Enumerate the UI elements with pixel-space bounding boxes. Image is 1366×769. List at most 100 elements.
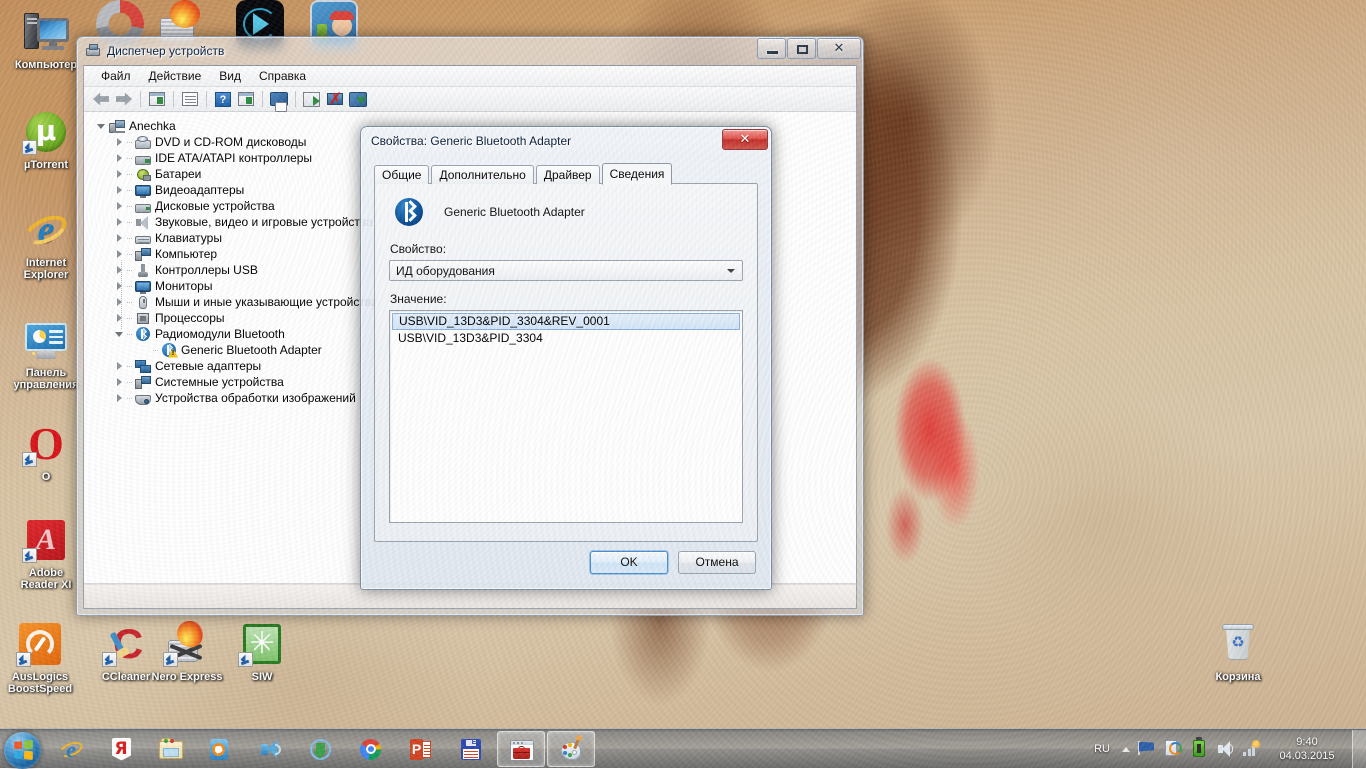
tree-connector	[127, 169, 134, 180]
tree-connector	[127, 137, 134, 148]
tree-leaf-spacer	[140, 345, 151, 356]
battery-icon	[135, 167, 151, 182]
expand-toggle-icon[interactable]	[114, 137, 125, 148]
expand-toggle-icon[interactable]	[114, 313, 125, 324]
tab-general[interactable]: Общие	[374, 165, 429, 184]
desktop-icon-auslogics-boostspeed[interactable]: AusLogicsBoostSpeed	[2, 620, 78, 695]
desktop-icon-recycle-bin[interactable]: ♻ Корзина	[1200, 620, 1276, 683]
show-hide-console-tree-button[interactable]	[146, 89, 168, 110]
taskbar-yandex-browser[interactable]: Я	[97, 731, 145, 767]
close-button[interactable]: ✕	[817, 38, 861, 59]
disable-device-button[interactable]: ✗	[324, 89, 346, 110]
tree-connector	[127, 313, 134, 324]
cancel-button[interactable]: Отмена	[678, 551, 756, 574]
show-desktop-button[interactable]	[1352, 730, 1366, 768]
view-window-button[interactable]	[235, 89, 257, 110]
taskbar-floppy-save-app[interactable]: E	[447, 731, 495, 767]
taskbar[interactable]: e Я P E	[0, 728, 1366, 768]
expand-toggle-icon[interactable]	[114, 217, 125, 228]
volume-icon[interactable]	[1214, 737, 1236, 761]
desktop-background[interactable]: Компьютер µ µTorrent e InternetExplorer …	[0, 0, 1366, 768]
taskbar-volume-app[interactable]	[247, 731, 295, 767]
update-driver-button[interactable]	[301, 89, 323, 110]
taskbar-chrome[interactable]	[347, 731, 395, 767]
menu-item-file[interactable]: Файл	[92, 67, 140, 85]
back-button[interactable]	[90, 89, 112, 110]
taskbar-download-manager[interactable]	[297, 731, 345, 767]
battery-icon[interactable]	[1188, 737, 1210, 761]
control-panel-icon	[22, 316, 70, 364]
expand-toggle-icon[interactable]	[114, 361, 125, 372]
desktop-icon-internet-explorer[interactable]: e InternetExplorer	[8, 206, 84, 281]
desktop-icon-siw[interactable]: ✳ SIW	[224, 620, 300, 683]
value-list-item[interactable]: USB\VID_13D3&PID_3304	[392, 330, 740, 347]
property-dropdown[interactable]: ИД оборудования	[389, 260, 743, 281]
expand-toggle-icon[interactable]	[114, 265, 125, 276]
forward-button[interactable]	[113, 89, 135, 110]
chevron-up-icon[interactable]	[1118, 737, 1134, 761]
taskbar-powerpoint[interactable]: P	[397, 731, 445, 767]
clock[interactable]: 9:40 04.03.2015	[1264, 735, 1350, 763]
system-tray[interactable]: RU 9:40 04.03.2015	[1084, 729, 1366, 769]
menu-item-action[interactable]: Действие	[140, 67, 211, 85]
window-controls[interactable]: ✕	[756, 38, 861, 59]
expand-toggle-icon[interactable]	[114, 281, 125, 292]
minimize-button[interactable]	[757, 38, 786, 59]
desktop-icon-computer[interactable]: Компьютер	[8, 8, 84, 71]
window-title: Диспетчер устройств	[107, 44, 224, 58]
tree-connector	[127, 233, 134, 244]
menu-item-help[interactable]: Справка	[250, 67, 315, 85]
tab-strip[interactable]: Общие Дополнительно Драйвер Сведения	[374, 164, 674, 184]
taskbar-internet-explorer[interactable]: e	[47, 731, 95, 767]
flag-action-center-icon[interactable]	[1136, 737, 1158, 761]
toolbar[interactable]: ? ✗	[84, 87, 856, 112]
desktop-icon-opera[interactable]: O O	[8, 420, 84, 483]
scan-monitor-icon	[270, 92, 288, 106]
device-tree-item-label: Контроллеры USB	[155, 263, 258, 277]
expand-toggle-icon[interactable]	[114, 377, 125, 388]
tab-advanced[interactable]: Дополнительно	[431, 165, 533, 184]
desktop-icon-utorrent[interactable]: µ µTorrent	[8, 108, 84, 171]
share-network-icon[interactable]	[1162, 737, 1184, 761]
collapse-toggle-icon[interactable]	[96, 121, 107, 132]
desktop-icon-control-panel[interactable]: Панельуправления	[8, 316, 84, 391]
scan-hardware-changes-button[interactable]	[268, 89, 290, 110]
value-list[interactable]: USB\VID_13D3&PID_3304&REV_0001USB\VID_13…	[389, 310, 743, 523]
restore-button[interactable]	[787, 38, 816, 59]
dialog-titlebar[interactable]: Свойства: Generic Bluetooth Adapter ✕	[360, 126, 772, 156]
start-button[interactable]	[1, 730, 45, 768]
dialog-close-button[interactable]: ✕	[722, 129, 768, 150]
properties-dialog[interactable]: Свойства: Generic Bluetooth Adapter ✕ Об…	[360, 126, 772, 590]
menu-bar[interactable]: Файл Действие Вид Справка	[84, 66, 856, 87]
value-list-item[interactable]: USB\VID_13D3&PID_3304&REV_0001	[392, 313, 740, 330]
window-titlebar[interactable]: Диспетчер устройств ✕	[76, 36, 864, 65]
desktop-icon-adobe-reader[interactable]: A AdobeReader XI	[8, 516, 84, 591]
expand-toggle-icon[interactable]	[114, 201, 125, 212]
expand-toggle-icon[interactable]	[114, 393, 125, 404]
ok-button[interactable]: OK	[590, 551, 668, 574]
uninstall-device-button[interactable]	[347, 89, 369, 110]
language-indicator[interactable]: RU	[1084, 743, 1118, 755]
network-weather-icon[interactable]	[1240, 737, 1262, 761]
tab-details[interactable]: Сведения	[602, 163, 673, 185]
desktop-icon-nero-express[interactable]: Nero Express	[149, 620, 225, 683]
collapse-toggle-icon[interactable]	[114, 329, 125, 340]
properties-button[interactable]	[179, 89, 201, 110]
close-icon: ✕	[818, 39, 860, 58]
taskbar-paint[interactable]	[547, 731, 595, 767]
tab-driver[interactable]: Драйвер	[536, 165, 600, 184]
device-tree-item-label: Дисковые устройства	[155, 199, 275, 213]
expand-toggle-icon[interactable]	[114, 249, 125, 260]
expand-toggle-icon[interactable]	[114, 153, 125, 164]
dialog-buttons[interactable]: OK Отмена	[590, 551, 756, 574]
expand-toggle-icon[interactable]	[114, 169, 125, 180]
help-button[interactable]: ?	[212, 89, 234, 110]
expand-toggle-icon[interactable]	[114, 233, 125, 244]
menu-item-view[interactable]: Вид	[210, 67, 250, 85]
expand-toggle-icon[interactable]	[114, 185, 125, 196]
taskbar-explorer[interactable]	[147, 731, 195, 767]
taskbar-media-player[interactable]	[197, 731, 245, 767]
expand-toggle-icon[interactable]	[114, 297, 125, 308]
taskbar-device-manager[interactable]	[497, 731, 545, 767]
desktop-icon-label: Nero Express	[149, 671, 225, 683]
